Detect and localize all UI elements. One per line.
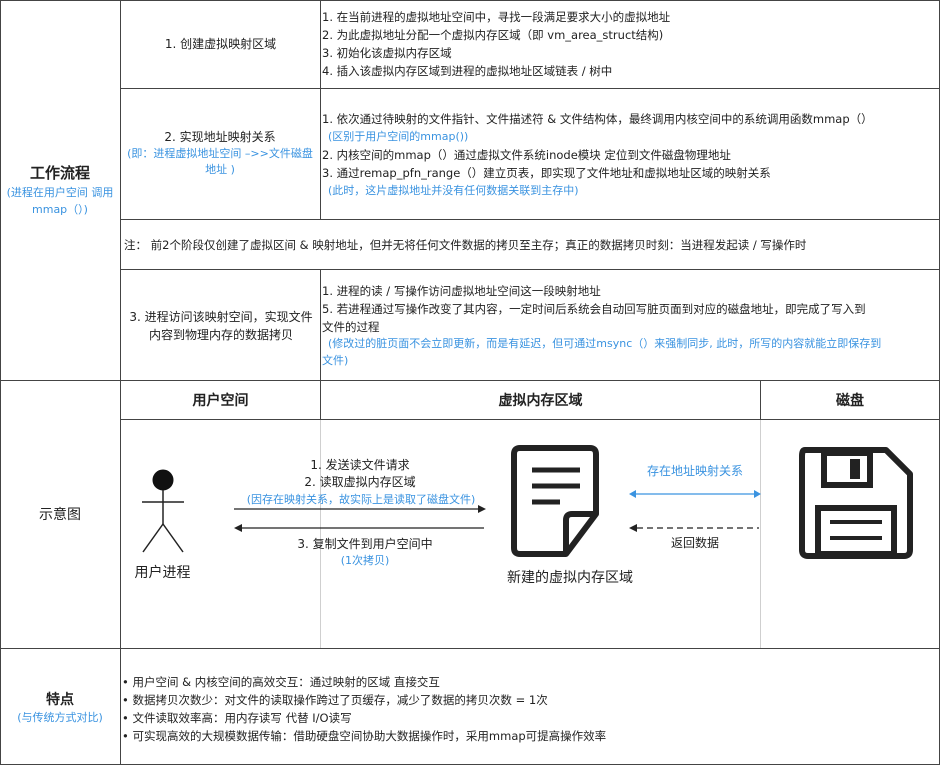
step3-line-3: 文件的过程	[322, 320, 380, 334]
workflow-title: 工作流程	[29, 164, 90, 182]
step3-line-5: 文件)	[322, 354, 349, 367]
lane-divider-1	[320, 420, 321, 648]
step1-line-3: 3. 初始化该虚拟内存区域	[322, 46, 452, 60]
header-user-space: 用户空间	[192, 393, 249, 409]
return-label: 返回数据	[670, 536, 719, 550]
workflow-note: 注： 前2个阶段仅创建了虚拟区间 & 映射地址，但并无将任何文件数据的拷贝至主存…	[124, 238, 807, 252]
arrow-request	[234, 505, 486, 513]
feature-item-2: • 数据拷贝次数少：对文件的读取操作跨过了页缓存，减少了数据的拷贝次数 = 1次	[122, 693, 548, 707]
user-process-icon	[142, 469, 184, 553]
diagram-header-line	[120, 419, 940, 420]
step1-line-2: 2. 为此虚拟地址分配一个虚拟内存区域（即 vm_area_struct结构)	[322, 28, 664, 42]
mapping-label: 存在地址映射关系	[646, 464, 743, 478]
arrow-copy-label: 3. 复制文件到用户空间中	[297, 537, 433, 551]
vma-label: 新建的虚拟内存区域	[507, 570, 633, 586]
row-line-1	[120, 88, 940, 89]
arrow-return	[629, 524, 759, 532]
step1-line-1: 1. 在当前进程的虚拟地址空间中，寻找一段满足要求大小的虚拟地址	[322, 10, 671, 24]
step2-line-3: 3. 通过remap_pfn_range（）建立页表，即实现了文件地址和虚拟地址…	[322, 166, 771, 180]
step2-line-1: 1. 依次通过待映射的文件指针、文件描述符 & 文件结构体，最终调用内核空间中的…	[322, 112, 873, 126]
workflow-subtitle: (进程在用户空间 调用mmap（）)	[6, 186, 114, 216]
document-icon	[511, 445, 599, 557]
step2-note: (即：进程虚拟地址空间 –>>文件磁盘地址 )	[127, 147, 313, 176]
step3-line-1: 1. 进程的读 / 写操作访问虚拟地址空间这一段映射地址	[322, 284, 601, 298]
step3-line-4: (修改过的脏页面不会立即更新，而是有延迟，但可通过msync（）来强制同步, 此…	[328, 337, 882, 350]
section-line-2	[0, 648, 940, 649]
row-line-3	[120, 269, 940, 270]
floppy-disk-icon	[799, 447, 913, 559]
step1-label: 1. 创建虚拟映射区域	[164, 37, 277, 51]
section-line-1	[0, 380, 940, 381]
arrow-copy	[234, 524, 484, 532]
header-virtual-memory: 虚拟内存区域	[498, 393, 583, 409]
step3-label: 3. 进程访问该映射空间，实现文件内容到物理内存的数据拷贝	[129, 310, 313, 342]
arrow-mapping	[629, 490, 761, 498]
row-line-2	[120, 219, 940, 220]
column-divider	[120, 0, 121, 765]
step1-divider	[320, 0, 321, 88]
feature-item-4: • 可实现高效的大规模数据传输：借助硬盘空间协助大数据操作时，采用mmap可提高…	[122, 729, 607, 743]
step2-line-2: 2. 内核空间的mmap（）通过虚拟文件系统inode模块 定位到文件磁盘物理地…	[322, 148, 731, 162]
arrow-copy-note: (1次拷贝)	[340, 554, 390, 567]
border-top	[0, 0, 940, 1]
border-left	[0, 0, 1, 765]
header-disk: 磁盘	[836, 393, 864, 409]
step1-line-4: 4. 插入该虚拟内存区域到进程的虚拟地址区域链表 / 树中	[322, 64, 613, 78]
features-section-title: 特点 (与传统方式对比)	[0, 690, 120, 726]
feature-item-3: • 文件读取效率高：用内存读写 代替 I/O读写	[122, 711, 352, 725]
arrow-request-line2: 2. 读取虚拟内存区域	[304, 475, 416, 489]
arrow-request-line1: 1. 发送读文件请求	[310, 458, 410, 472]
step3-line-2: 5. 若进程通过写操作改变了其内容，一定时间后系统会自动回写脏页面到对应的磁盘地…	[322, 302, 866, 316]
workflow-section-title: 工作流程 (进程在用户空间 调用mmap（）)	[0, 162, 120, 218]
diagram-section-title: 示意图	[39, 507, 81, 523]
step2-label: 2. 实现地址映射关系	[164, 130, 276, 144]
step2-line-3-note: (此时，这片虚拟地址并没有任何数据关联到主存中)	[328, 184, 579, 197]
step2-line-1-note: (区别于用户空间的mmap())	[328, 130, 469, 143]
step2-divider	[320, 88, 321, 219]
features-subtitle: (与传统方式对比)	[17, 711, 103, 724]
lane-divider-2	[760, 420, 761, 648]
features-title: 特点	[46, 692, 74, 708]
feature-item-1: • 用户空间 & 内核空间的高效交互：通过映射的区域 直接交互	[122, 675, 440, 689]
user-process-label: 用户进程	[134, 565, 191, 581]
step2-cell: 2. 实现地址映射关系 (即：进程虚拟地址空间 –>>文件磁盘地址 )	[124, 128, 316, 178]
step3-divider	[320, 269, 321, 380]
